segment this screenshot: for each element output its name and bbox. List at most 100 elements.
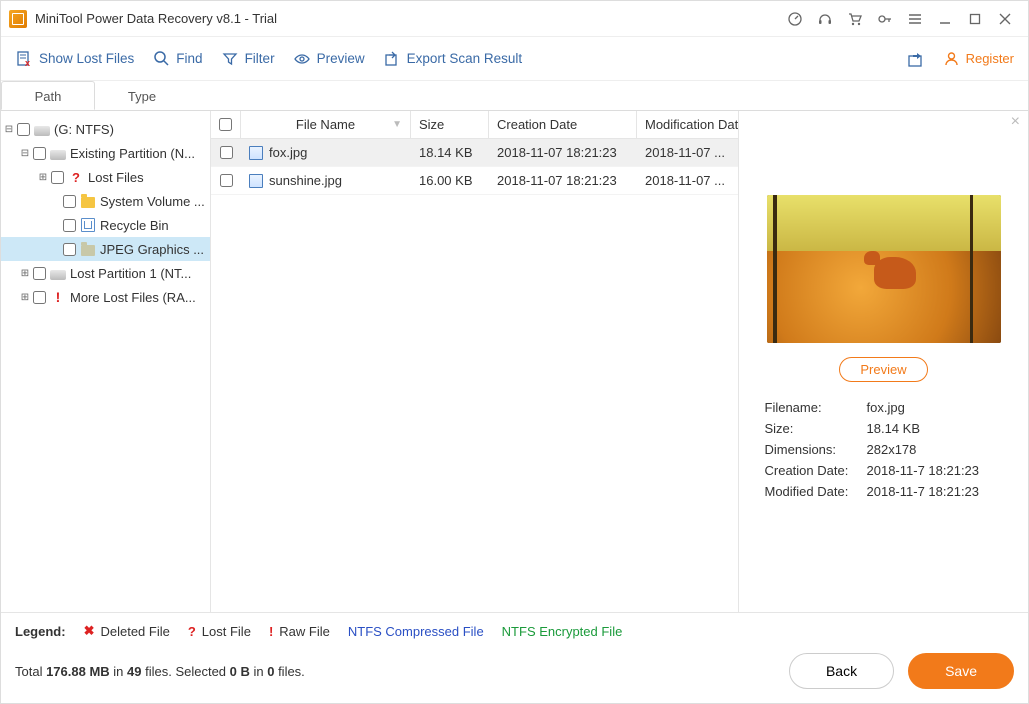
file-checkbox[interactable] bbox=[220, 174, 233, 187]
tree-lost-files[interactable]: ⊞ ? Lost Files bbox=[1, 165, 210, 189]
header-filename[interactable]: File Name▼ bbox=[241, 111, 411, 138]
file-row[interactable]: fox.jpg 18.14 KB 2018-11-07 18:21:23 201… bbox=[211, 139, 738, 167]
export-scan-result-button[interactable]: Export Scan Result bbox=[383, 50, 523, 68]
tree-label: System Volume ... bbox=[100, 194, 205, 209]
legend-raw: !Raw File bbox=[269, 624, 330, 639]
tree-lost-partition[interactable]: ⊞ Lost Partition 1 (NT... bbox=[1, 261, 210, 285]
export-icon bbox=[383, 50, 401, 68]
meta-label-filename: Filename: bbox=[765, 400, 867, 415]
header-size[interactable]: Size bbox=[411, 111, 489, 138]
meta-label-size: Size: bbox=[765, 421, 867, 436]
header-modification-date[interactable]: Modification Dat bbox=[637, 111, 738, 138]
tree-label: Lost Partition 1 (NT... bbox=[70, 266, 191, 281]
tree-checkbox[interactable] bbox=[63, 219, 76, 232]
tree-checkbox[interactable] bbox=[63, 243, 76, 256]
tree-label: (G: NTFS) bbox=[54, 122, 114, 137]
menu-icon[interactable] bbox=[900, 5, 930, 33]
tree-system-volume[interactable]: System Volume ... bbox=[1, 189, 210, 213]
select-all-checkbox[interactable] bbox=[219, 118, 232, 131]
register-button[interactable]: Register bbox=[943, 50, 1014, 67]
app-icon bbox=[9, 10, 27, 28]
eye-icon bbox=[293, 50, 311, 68]
drive-icon bbox=[50, 265, 66, 281]
find-button[interactable]: Find bbox=[152, 50, 202, 68]
collapse-icon[interactable]: ⊟ bbox=[19, 148, 31, 159]
minimize-button[interactable] bbox=[930, 5, 960, 33]
preview-open-button[interactable]: Preview bbox=[839, 357, 927, 382]
register-label: Register bbox=[966, 51, 1014, 66]
tabs: Path Type bbox=[1, 81, 1028, 111]
file-name: fox.jpg bbox=[269, 145, 307, 160]
gauge-icon[interactable] bbox=[780, 5, 810, 33]
preview-metadata: Filename:fox.jpg Size:18.14 KB Dimension… bbox=[765, 400, 1003, 505]
share-icon[interactable] bbox=[907, 50, 925, 68]
meta-value-filename: fox.jpg bbox=[867, 400, 1003, 415]
file-row[interactable]: sunshine.jpg 16.00 KB 2018-11-07 18:21:2… bbox=[211, 167, 738, 195]
tree-label: More Lost Files (RA... bbox=[70, 290, 196, 305]
close-preview-icon[interactable]: × bbox=[1011, 113, 1020, 131]
tree-root[interactable]: ⊟ (G: NTFS) bbox=[1, 117, 210, 141]
tree-checkbox[interactable] bbox=[63, 195, 76, 208]
key-icon[interactable] bbox=[870, 5, 900, 33]
toolbar: x Show Lost Files Find Filter Preview Ex… bbox=[1, 37, 1028, 81]
file-modified: 2018-11-07 ... bbox=[637, 145, 738, 160]
back-button[interactable]: Back bbox=[789, 653, 894, 689]
tree-recycle-bin[interactable]: Recycle Bin bbox=[1, 213, 210, 237]
question-icon: ? bbox=[68, 169, 84, 185]
header-checkbox-col[interactable] bbox=[211, 111, 241, 138]
file-checkbox[interactable] bbox=[220, 146, 233, 159]
tree-more-lost-files[interactable]: ⊞ ! More Lost Files (RA... bbox=[1, 285, 210, 309]
drive-icon bbox=[34, 121, 50, 137]
tree-checkbox[interactable] bbox=[33, 147, 46, 160]
maximize-button[interactable] bbox=[960, 5, 990, 33]
cart-icon[interactable] bbox=[840, 5, 870, 33]
recycle-icon bbox=[80, 217, 96, 233]
meta-value-dimensions: 282x178 bbox=[867, 442, 1003, 457]
main: ⊟ (G: NTFS) ⊟ Existing Partition (N... ⊞… bbox=[1, 111, 1028, 612]
save-button[interactable]: Save bbox=[908, 653, 1014, 689]
show-lost-files-label: Show Lost Files bbox=[39, 51, 134, 66]
tree-label: Lost Files bbox=[88, 170, 144, 185]
expand-icon[interactable]: ⊞ bbox=[19, 268, 31, 279]
tree-checkbox[interactable] bbox=[17, 123, 30, 136]
file-header: File Name▼ Size Creation Date Modificati… bbox=[211, 111, 738, 139]
find-label: Find bbox=[176, 51, 202, 66]
x-icon: ✖ bbox=[84, 623, 95, 639]
meta-value-created: 2018-11-7 18:21:23 bbox=[867, 463, 1003, 478]
tree-existing-partition[interactable]: ⊟ Existing Partition (N... bbox=[1, 141, 210, 165]
expand-icon[interactable]: ⊞ bbox=[37, 172, 49, 183]
show-lost-files-button[interactable]: x Show Lost Files bbox=[15, 50, 134, 68]
sort-icon: ▼ bbox=[392, 119, 402, 130]
export-scan-result-label: Export Scan Result bbox=[407, 51, 523, 66]
expand-icon[interactable]: ⊞ bbox=[19, 292, 31, 303]
file-list-panel: File Name▼ Size Creation Date Modificati… bbox=[211, 111, 738, 612]
user-icon bbox=[943, 50, 960, 67]
tab-path[interactable]: Path bbox=[1, 81, 95, 110]
titlebar: MiniTool Power Data Recovery v8.1 - Tria… bbox=[1, 1, 1028, 37]
file-created: 2018-11-07 18:21:23 bbox=[489, 173, 637, 188]
tree-checkbox[interactable] bbox=[33, 291, 46, 304]
legend: Legend: ✖Deleted File ?Lost File !Raw Fi… bbox=[1, 612, 1028, 645]
tree-panel: ⊟ (G: NTFS) ⊟ Existing Partition (N... ⊞… bbox=[1, 111, 211, 612]
window-title: MiniTool Power Data Recovery v8.1 - Tria… bbox=[35, 11, 277, 26]
meta-value-size: 18.14 KB bbox=[867, 421, 1003, 436]
tab-type[interactable]: Type bbox=[95, 81, 189, 110]
warning-icon: ! bbox=[50, 289, 66, 305]
filter-button[interactable]: Filter bbox=[221, 50, 275, 68]
tree-label: JPEG Graphics ... bbox=[100, 242, 204, 257]
collapse-icon[interactable]: ⊟ bbox=[3, 124, 15, 135]
file-modified: 2018-11-07 ... bbox=[637, 173, 738, 188]
headset-icon[interactable] bbox=[810, 5, 840, 33]
preview-button[interactable]: Preview bbox=[293, 50, 365, 68]
header-creation-date[interactable]: Creation Date bbox=[489, 111, 637, 138]
funnel-icon bbox=[221, 50, 239, 68]
meta-label-created: Creation Date: bbox=[765, 463, 867, 478]
tree-jpeg[interactable]: JPEG Graphics ... bbox=[1, 237, 210, 261]
file-size: 18.14 KB bbox=[411, 145, 489, 160]
file-size: 16.00 KB bbox=[411, 173, 489, 188]
legend-deleted: ✖Deleted File bbox=[84, 623, 170, 639]
tree-checkbox[interactable] bbox=[51, 171, 64, 184]
close-button[interactable] bbox=[990, 5, 1020, 33]
meta-label-modified: Modified Date: bbox=[765, 484, 867, 499]
tree-checkbox[interactable] bbox=[33, 267, 46, 280]
